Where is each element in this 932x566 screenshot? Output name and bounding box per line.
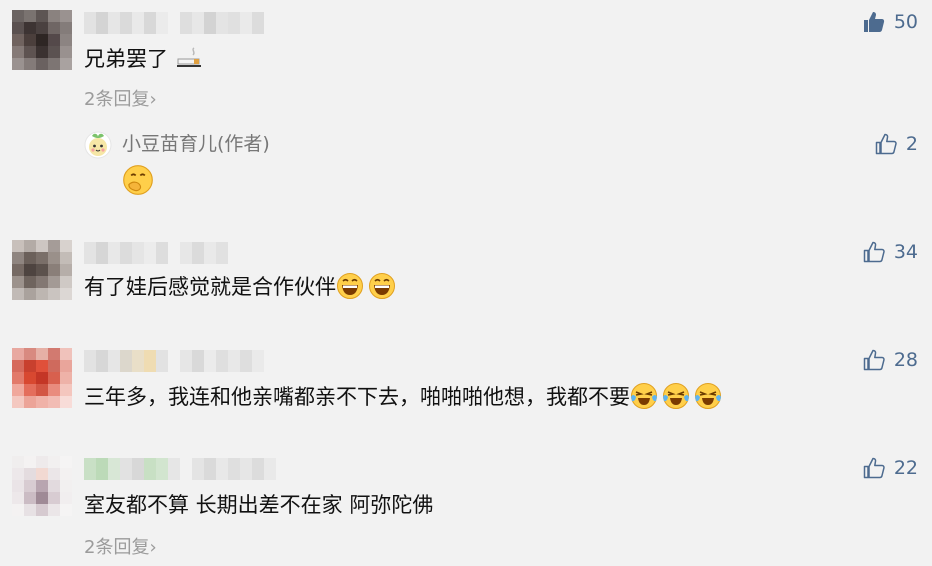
like-button[interactable]: 28	[862, 348, 918, 372]
avatar[interactable]	[12, 348, 72, 408]
cigarette-emoji	[176, 47, 201, 67]
comment-text: 三年多，我连和他亲嘴都亲不下去，啪啪啪他想，我都不要	[84, 382, 722, 412]
author-name: 小豆苗育儿(作者)	[122, 133, 270, 155]
avatar[interactable]	[12, 240, 72, 300]
crying-laughing-emoji	[631, 383, 657, 409]
comment-text: 室友都不算 长期出差不在家 阿弥陀佛	[84, 493, 434, 517]
like-button[interactable]: 34	[862, 240, 918, 264]
blurred-username	[84, 350, 264, 372]
thumbs-up-outline-icon	[863, 457, 885, 479]
view-replies-link[interactable]: 2条回复›	[84, 536, 157, 560]
thumbs-up-filled-icon	[863, 12, 884, 32]
like-button[interactable]: 22	[862, 456, 918, 480]
avatar[interactable]	[12, 10, 72, 70]
thumbs-up-outline-icon	[875, 133, 897, 155]
blurred-username	[84, 242, 228, 264]
reply-like-button[interactable]: 2	[874, 132, 918, 156]
comment-text: 兄弟罢了	[84, 44, 203, 74]
avatar[interactable]	[12, 456, 72, 516]
thumbs-up-outline-icon	[863, 241, 885, 263]
comment-text: 有了娃后感觉就是合作伙伴	[84, 272, 396, 302]
view-replies-link[interactable]: 2条回复›	[84, 88, 157, 112]
grinning-face-emoji	[337, 273, 363, 299]
grinning-face-emoji	[369, 273, 395, 299]
blurred-username	[84, 12, 264, 34]
thumbs-up-outline-icon	[863, 349, 885, 371]
author-avatar[interactable]	[84, 131, 112, 159]
like-button[interactable]: 50	[862, 10, 918, 34]
blurred-username	[84, 458, 276, 480]
thinking-hand-over-mouth-emoji	[123, 165, 153, 195]
crying-laughing-emoji	[663, 383, 689, 409]
crying-laughing-emoji	[695, 383, 721, 409]
